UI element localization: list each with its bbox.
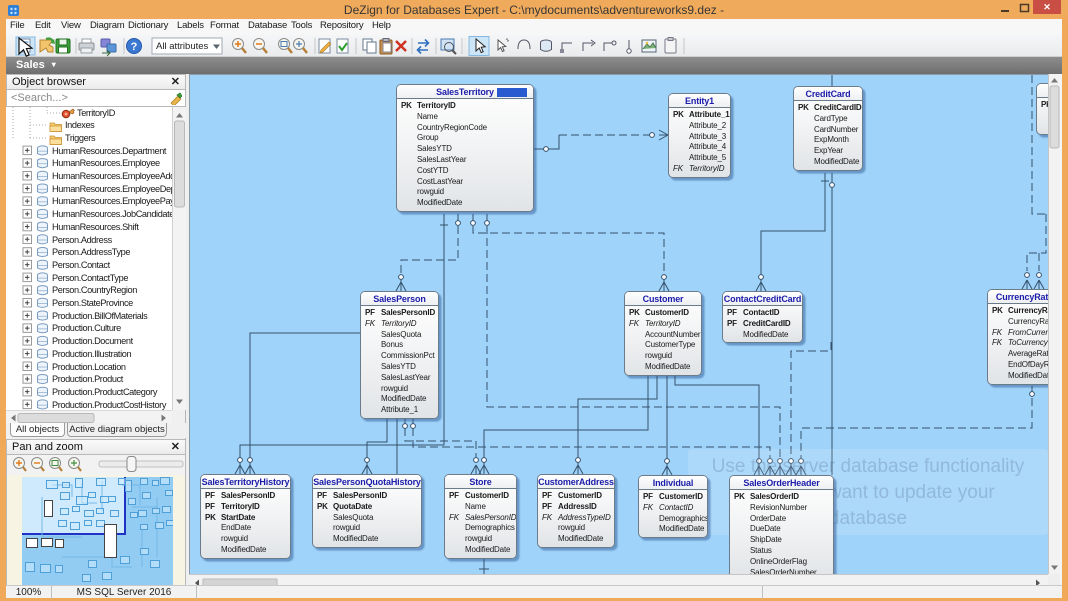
svg-text:?: ? [131,41,138,53]
svg-text:All attributes: All attributes [156,41,209,52]
